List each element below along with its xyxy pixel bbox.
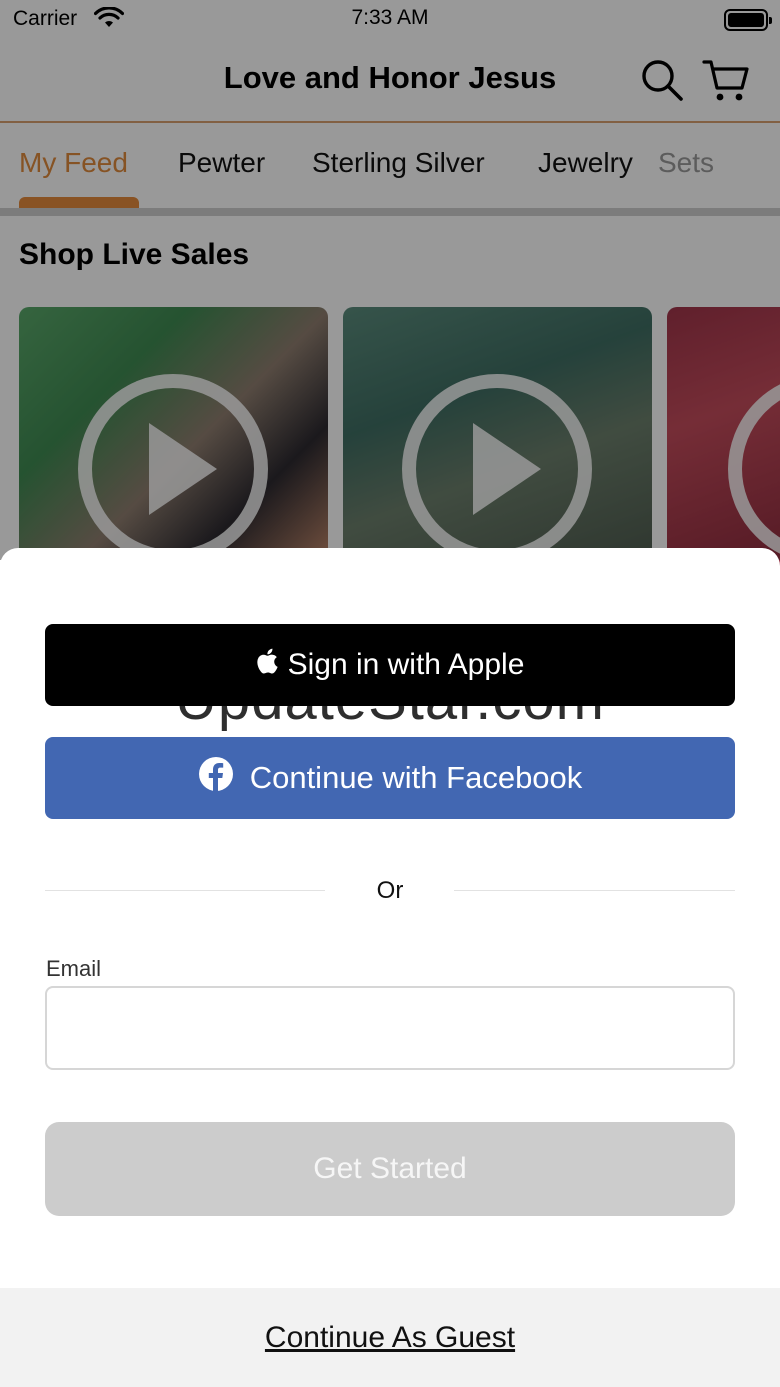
continue-with-facebook-button[interactable]: Continue with Facebook [45, 737, 735, 819]
facebook-icon [198, 756, 234, 800]
sign-in-sheet: Sign in with Apple UpdateStar.com Contin… [0, 548, 780, 1387]
email-label: Email [46, 956, 102, 981]
email-field[interactable] [45, 986, 735, 1070]
watermark: UpdateStar.com [175, 667, 605, 732]
divider-line [454, 890, 735, 891]
background-scrim [0, 0, 780, 560]
guest-footer: Continue As Guest [0, 1288, 780, 1387]
or-divider-label: Or [376, 877, 404, 904]
get-started-button[interactable]: Get Started [45, 1122, 735, 1216]
continue-as-guest-link[interactable]: Continue As Guest [0, 1321, 780, 1355]
facebook-button-label: Continue with Facebook [249, 760, 583, 795]
